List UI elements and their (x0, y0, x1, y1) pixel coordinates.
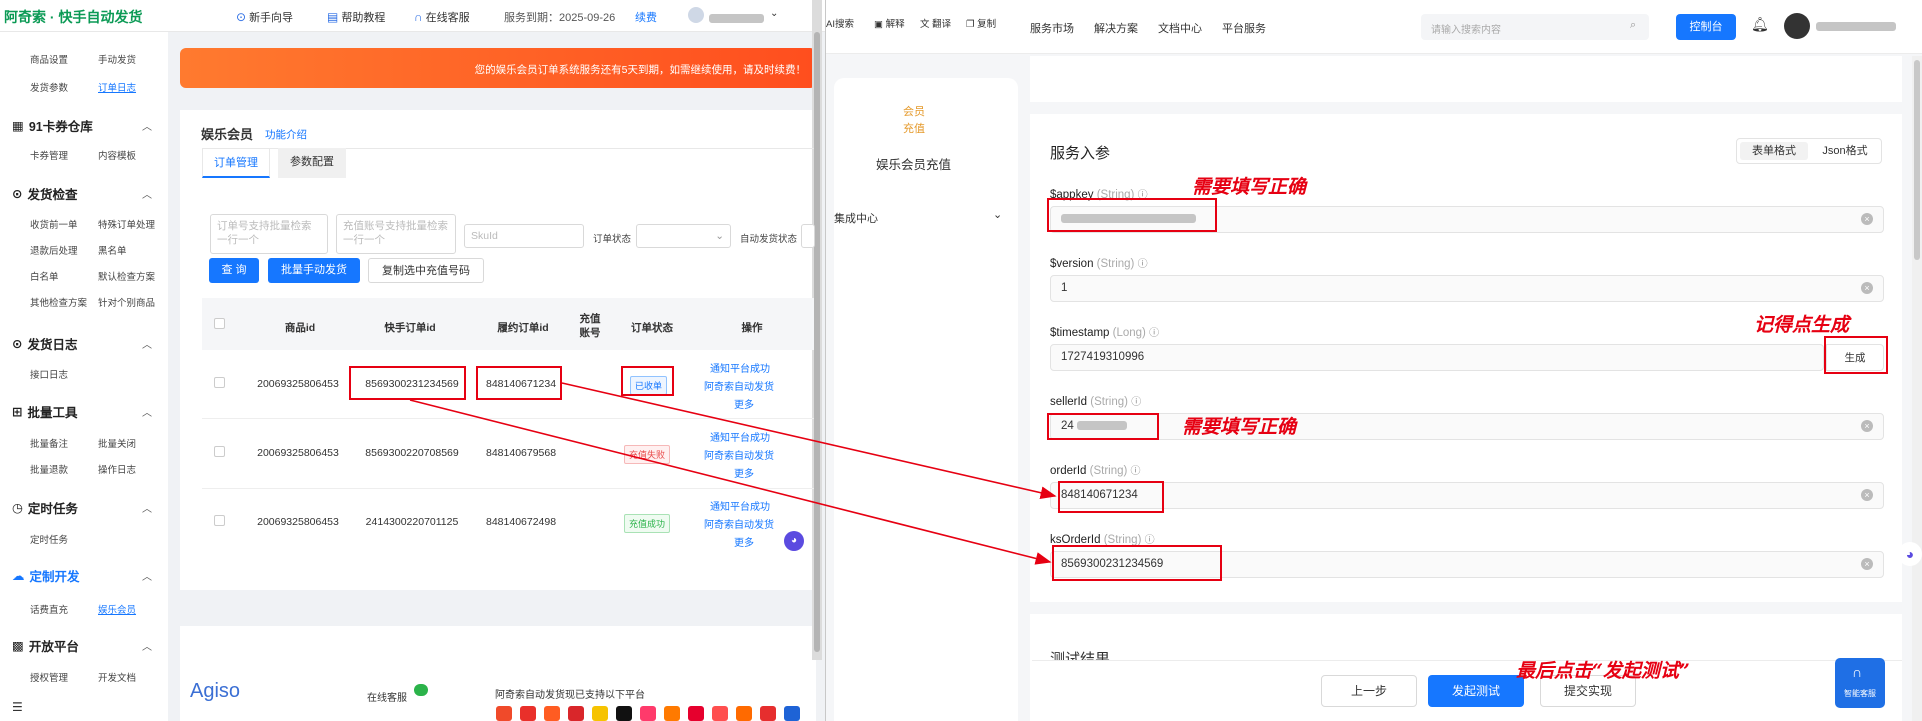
arrow-ks-to-ksorderid (409, 399, 1052, 565)
annotation-arrows (409, 382, 1057, 565)
arrow-fulfil-to-orderid (561, 382, 1057, 500)
screenshot-canvas: 阿奇索 · 快手自动发货 ⊙ 新手向导 ▤ 帮助教程 ∩ 在线客服 服务到期：2025… (0, 0, 1922, 721)
